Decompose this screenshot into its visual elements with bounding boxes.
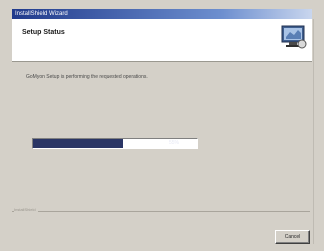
wizard-header: Setup Status: [12, 19, 312, 62]
installer-dialog: InstallShield Wizard Setup Status GoMyon…: [0, 0, 324, 251]
installer-monitor-icon: [280, 23, 308, 51]
progress-percent-label: 55%: [168, 140, 179, 146]
cancel-button[interactable]: Cancel: [275, 230, 310, 244]
footer-divider: [12, 211, 310, 212]
status-message: GoMyon Setup is performing the requested…: [26, 74, 148, 80]
progress-bar: 55%: [32, 138, 198, 149]
title-bar: InstallShield Wizard: [12, 9, 312, 19]
window-title: InstallShield Wizard: [15, 11, 68, 17]
page-title: Setup Status: [22, 29, 65, 36]
brand-label: InstallShield: [14, 207, 38, 212]
dialog-right-divider: [313, 19, 314, 244]
